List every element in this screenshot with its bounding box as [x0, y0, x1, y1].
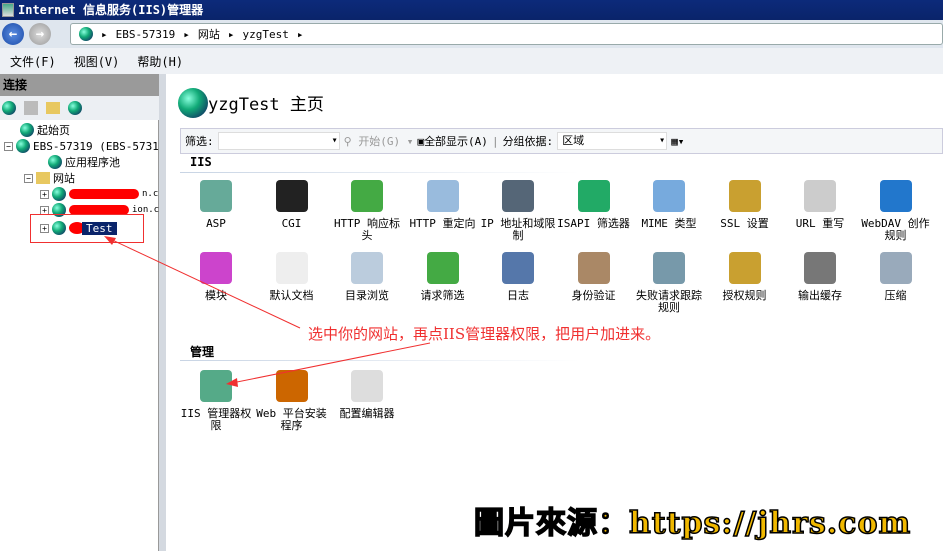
- annotation-arrows: [104, 236, 431, 387]
- annotation-text: 选中你的网站，再点IIS管理器权限，把用户加进来。: [308, 325, 661, 343]
- arrow-to-permissions: [231, 342, 431, 384]
- arrowhead: [104, 236, 116, 245]
- arrow-to-site: [107, 237, 301, 329]
- watermark: 圖片來源：https://jhrs.com: [473, 505, 912, 542]
- arrowhead: [226, 378, 238, 387]
